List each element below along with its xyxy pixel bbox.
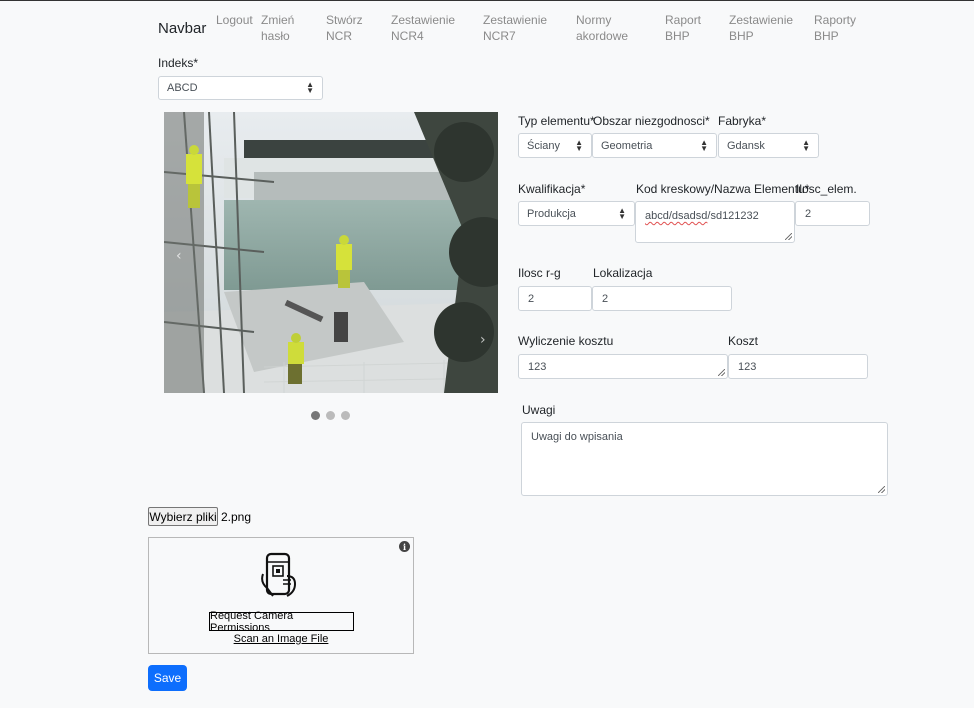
nav-link-text: NCR7 xyxy=(483,29,516,43)
typ-elementu-value: Ściany xyxy=(527,139,561,152)
fabryka-value: Gdansk xyxy=(727,139,765,152)
carousel-indicator-1[interactable] xyxy=(311,411,320,420)
typ-elementu-select[interactable]: Ściany ▲ ▼ xyxy=(518,133,592,158)
nav-link-logout[interactable]: Logout xyxy=(216,12,253,28)
lokalizacja-label: Lokalizacja xyxy=(593,266,653,280)
nav-link-text: Zestawienie xyxy=(483,13,548,27)
fabryka-label: Fabryka* xyxy=(718,114,767,128)
nav-link-text: Zestawienie xyxy=(729,13,794,27)
ilosc-elem-value: 2 xyxy=(805,207,812,220)
uwagi-label: Uwagi xyxy=(522,403,556,417)
nav-link-text: Stwórz xyxy=(326,13,363,27)
nav-link-text: NCR4 xyxy=(391,29,424,43)
svg-text:›: › xyxy=(480,332,486,348)
wyliczenie-value: 123 xyxy=(528,361,547,373)
obszar-select[interactable]: Geometria ▲ ▼ xyxy=(592,133,717,158)
koszt-input[interactable]: 123 xyxy=(728,354,868,379)
window-top-border xyxy=(0,0,974,1)
ilosc-elem-input[interactable]: 2 xyxy=(795,201,870,226)
obszar-label: Obszar niezgodnosci* xyxy=(593,114,710,128)
construction-site-photo: ‹ › xyxy=(164,112,498,393)
nav-link-text: BHP xyxy=(814,29,839,43)
indeks-value: ABCD xyxy=(167,82,198,94)
nav-link-text: Logout xyxy=(216,13,253,27)
ilosc-elem-label: Ilosc_elem. xyxy=(796,182,857,196)
scan-image-file-link[interactable]: Scan an Image File xyxy=(149,633,413,645)
indeks-select[interactable]: ABCD ▲ ▼ xyxy=(158,76,323,100)
nav-link-text: Normy xyxy=(576,13,612,27)
phone-qr-scan-icon xyxy=(261,552,297,597)
resize-handle-icon[interactable] xyxy=(785,233,792,240)
nav-link-stworz-ncr[interactable]: Stwórz NCR xyxy=(326,12,363,44)
select-arrows-icon: ▲ ▼ xyxy=(618,205,626,221)
chosen-file-name: 2.png xyxy=(221,510,252,524)
select-arrows-icon: ▲ ▼ xyxy=(575,137,583,153)
photo-carousel[interactable]: ‹ › xyxy=(164,112,498,393)
nav-link-zestawienie-ncr4[interactable]: Zestawienie NCR4 xyxy=(391,12,455,44)
nav-link-normy-akordowe[interactable]: Normy akordowe xyxy=(576,12,628,44)
kod-value-misspelled: abcd/dsadsd xyxy=(645,210,708,222)
svg-text:‹: ‹ xyxy=(176,248,182,264)
fabryka-select[interactable]: Gdansk ▲ ▼ xyxy=(718,133,819,158)
nav-link-text: NCR xyxy=(326,29,352,43)
kod-label: Kod kreskowy/Nazwa Elementu* xyxy=(636,182,810,196)
nav-link-zmien-haslo[interactable]: Zmień hasło xyxy=(261,12,294,44)
qr-scanner-panel: i Request Camera Permissions Scan an Ima… xyxy=(148,537,414,654)
choose-files-button[interactable]: Wybierz pliki xyxy=(148,507,218,526)
select-arrows-icon: ▲ ▼ xyxy=(700,137,708,153)
uwagi-value: Uwagi do wpisania xyxy=(531,431,623,443)
resize-handle-icon[interactable] xyxy=(878,486,885,493)
kod-textarea[interactable]: abcd/dsadsd/sd121232 xyxy=(635,201,795,243)
info-icon[interactable]: i xyxy=(399,541,410,552)
wyliczenie-label: Wyliczenie kosztu xyxy=(518,334,614,348)
ilosc-rg-value: 2 xyxy=(528,292,535,305)
nav-link-raport-bhp[interactable]: Raport BHP xyxy=(665,12,701,44)
request-camera-permissions-button[interactable]: Request Camera Permissions xyxy=(209,610,354,634)
kwalifikacja-select[interactable]: Produkcja ▲ ▼ xyxy=(518,201,635,226)
nav-link-text: akordowe xyxy=(576,29,629,43)
nav-link-text: Zmień xyxy=(261,13,295,27)
save-button[interactable]: Save xyxy=(148,665,187,691)
kwalifikacja-value: Produkcja xyxy=(527,207,576,220)
wyliczenie-textarea[interactable]: 123 xyxy=(518,354,728,379)
resize-handle-icon[interactable] xyxy=(718,369,725,376)
lokalizacja-input[interactable]: 2 xyxy=(592,286,732,311)
ilosc-rg-input[interactable]: 2 xyxy=(518,286,592,311)
nav-link-text: hasło xyxy=(261,29,290,43)
select-arrows-icon: ▲ ▼ xyxy=(802,137,810,153)
koszt-value: 123 xyxy=(738,360,757,373)
nav-link-text: BHP xyxy=(729,29,754,43)
nav-link-text: Raporty xyxy=(814,13,857,27)
nav-link-zestawienie-ncr7[interactable]: Zestawienie NCR7 xyxy=(483,12,547,44)
carousel-indicator-2[interactable] xyxy=(326,411,335,420)
nav-link-text: Zestawienie xyxy=(391,13,456,27)
nav-link-text: Raport xyxy=(665,13,702,27)
kod-value-rest: /sd121232 xyxy=(707,210,759,222)
koszt-label: Koszt xyxy=(728,334,759,348)
typ-elementu-label: Typ elementu* xyxy=(518,114,595,128)
nav-link-text: BHP xyxy=(665,29,690,43)
uwagi-textarea[interactable]: Uwagi do wpisania xyxy=(521,422,888,496)
nav-link-zestawienie-bhp[interactable]: Zestawienie BHP xyxy=(729,12,793,44)
carousel-indicator-3[interactable] xyxy=(341,411,350,420)
nav-link-raporty-bhp[interactable]: Raporty BHP xyxy=(814,12,856,44)
kwalifikacja-label: Kwalifikacja* xyxy=(518,182,586,196)
select-arrows-icon: ▲ ▼ xyxy=(306,80,314,95)
ilosc-rg-label: Ilosc r-g xyxy=(518,266,561,280)
lokalizacja-value: 2 xyxy=(602,292,609,305)
navbar-brand[interactable]: Navbar xyxy=(158,20,206,37)
obszar-value: Geometria xyxy=(601,139,653,152)
indeks-label: Indeks* xyxy=(158,56,199,70)
